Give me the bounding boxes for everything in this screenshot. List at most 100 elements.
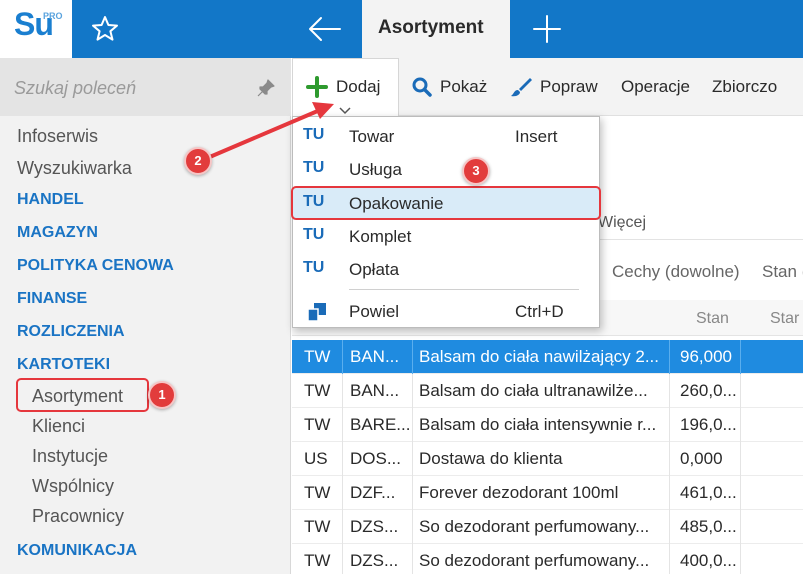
pokaz-button[interactable]: Pokaż bbox=[412, 73, 487, 101]
table-row[interactable]: TW DZF... Forever dezodorant 100ml 461,0... bbox=[292, 476, 803, 510]
column-divider bbox=[412, 442, 413, 476]
tu-icon: TU bbox=[303, 226, 325, 243]
filter-cechy[interactable]: Cechy (dowolne) bbox=[612, 262, 740, 282]
tab-asortyment[interactable]: Asortyment bbox=[362, 0, 510, 58]
cell-stan: 485,0... bbox=[680, 517, 736, 536]
column-divider bbox=[342, 340, 343, 374]
column-divider bbox=[412, 510, 413, 544]
sidebar-item-infoserwis[interactable]: Infoserwis bbox=[17, 126, 98, 147]
tab-wiecej[interactable]: Więcej bbox=[598, 214, 646, 232]
table-row[interactable]: TW DZS... So dezodorant perfumowany... 400,… bbox=[292, 544, 803, 574]
sidebar-item-pracownicy[interactable]: Pracownicy bbox=[32, 506, 124, 527]
dodaj-button[interactable]: Dodaj bbox=[306, 73, 380, 101]
sidebar-section-magazyn[interactable]: MAGAZYN bbox=[17, 224, 98, 242]
menu-item-towar[interactable]: TU Towar Insert bbox=[293, 120, 599, 153]
column-divider bbox=[669, 476, 670, 510]
dodaj-label: Dodaj bbox=[336, 77, 381, 96]
zbiorczo-button[interactable]: Zbiorczo bbox=[712, 73, 777, 101]
table-row[interactable]: TW DZS... So dezodorant perfumowany... 485,… bbox=[292, 510, 803, 544]
logo-pro-badge: PRO bbox=[43, 11, 63, 21]
column-divider bbox=[412, 374, 413, 408]
column-divider bbox=[412, 476, 413, 510]
search-icon bbox=[412, 77, 432, 97]
operacje-button[interactable]: Operacje bbox=[621, 73, 690, 101]
cell-nazwa: Dostawa do klienta bbox=[419, 449, 563, 468]
menu-item-oplata[interactable]: TU Opłata bbox=[293, 253, 599, 286]
table-row[interactable]: US DOS... Dostawa do klienta 0,000 bbox=[292, 442, 803, 476]
sidebar-section-rozliczenia[interactable]: ROZLICZENIA bbox=[17, 323, 125, 341]
sidebar-section-kartoteki[interactable]: KARTOTEKI bbox=[17, 356, 110, 374]
column-divider bbox=[669, 544, 670, 574]
column-divider bbox=[669, 374, 670, 408]
menu-separator bbox=[349, 289, 579, 290]
cell-nazwa: So dezodorant perfumowany... bbox=[419, 551, 650, 570]
favorites-star-icon[interactable] bbox=[88, 12, 122, 46]
sidebar-section-handel[interactable]: HANDEL bbox=[17, 191, 84, 209]
sidebar-item-klienci[interactable]: Klienci bbox=[32, 416, 85, 437]
sidebar-section-finanse[interactable]: FINANSE bbox=[17, 290, 87, 308]
sidebar-item-instytucje[interactable]: Instytucje bbox=[32, 446, 108, 467]
tu-icon: TU bbox=[303, 259, 325, 276]
cell-kod: BAN... bbox=[350, 347, 400, 366]
zbiorczo-label: Zbiorczo bbox=[712, 77, 778, 96]
column-header-stan2[interactable]: Star bbox=[770, 310, 799, 328]
menu-item-powiel[interactable]: Powiel Ctrl+D bbox=[293, 295, 599, 328]
cell-stan: 196,0... bbox=[680, 415, 736, 434]
table-row[interactable]: TW BAN... Balsam do ciała ultranawilże... 2… bbox=[292, 374, 803, 408]
pin-icon[interactable] bbox=[256, 78, 276, 98]
table-row[interactable]: TW BARE... Balsam do ciała intensywnie r..… bbox=[292, 408, 803, 442]
sidebar-section-komunikacja[interactable]: KOMUNIKACJA bbox=[17, 542, 137, 560]
cell-typ: TW bbox=[304, 347, 331, 366]
operacje-label: Operacje bbox=[621, 77, 690, 96]
cell-kod: DOS... bbox=[350, 449, 402, 468]
column-divider bbox=[412, 408, 413, 442]
column-divider bbox=[342, 442, 343, 476]
cell-typ: TW bbox=[304, 381, 331, 400]
toolbar: Dodaj Pokaż Popraw Operacje Zbiorczo bbox=[292, 58, 803, 116]
annotation-highlight-opakowanie bbox=[291, 186, 601, 220]
table-row[interactable]: TW BAN... Balsam do ciała nawilżający 2...… bbox=[292, 340, 803, 374]
dodaj-dropdown-menu: TU Towar Insert TU Usługa TU Opakowanie … bbox=[291, 116, 601, 328]
back-arrow-icon[interactable] bbox=[306, 12, 344, 46]
tu-icon: TU bbox=[303, 126, 325, 143]
cell-kod: DZS... bbox=[350, 551, 399, 570]
cell-stan: 260,0... bbox=[680, 381, 736, 400]
menu-item-label: Usługa bbox=[349, 160, 402, 179]
column-divider bbox=[740, 408, 741, 442]
cell-kod: BAN... bbox=[350, 381, 400, 400]
app-logo[interactable]: Su PRO bbox=[0, 0, 72, 58]
cell-stan: 461,0... bbox=[680, 483, 736, 502]
popraw-button[interactable]: Popraw bbox=[510, 73, 598, 101]
brush-icon bbox=[511, 78, 532, 97]
column-divider bbox=[740, 340, 741, 374]
cell-nazwa: Balsam do ciała nawilżający 2... bbox=[419, 347, 660, 366]
menu-item-komplet[interactable]: TU Komplet bbox=[293, 220, 599, 253]
annotation-badge-1: 1 bbox=[148, 381, 176, 409]
tu-icon: TU bbox=[303, 159, 325, 176]
column-divider bbox=[342, 476, 343, 510]
column-divider bbox=[669, 340, 670, 374]
menu-item-label: Towar bbox=[349, 127, 395, 146]
sidebar-item-wspolnicy[interactable]: Wspólnicy bbox=[32, 476, 114, 497]
column-divider bbox=[740, 510, 741, 544]
sidebar-item-wyszukiwarka[interactable]: Wyszukiwarka bbox=[17, 158, 132, 179]
menu-item-shortcut: Ctrl+D bbox=[515, 302, 564, 321]
column-divider bbox=[342, 510, 343, 544]
cell-kod: DZF... bbox=[350, 483, 396, 502]
column-divider bbox=[740, 544, 741, 574]
column-divider bbox=[342, 408, 343, 442]
column-divider bbox=[740, 374, 741, 408]
cell-stan: 96,000 bbox=[680, 347, 732, 366]
new-tab-plus-icon[interactable] bbox=[530, 12, 564, 46]
menu-item-usluga[interactable]: TU Usługa bbox=[293, 153, 599, 186]
cell-stan: 0,000 bbox=[680, 449, 723, 468]
cell-kod: BARE... bbox=[350, 415, 411, 434]
top-bar: Su PRO Asortyment bbox=[0, 0, 803, 58]
filter-stan[interactable]: Stan ( bbox=[762, 262, 803, 282]
column-header-stan[interactable]: Stan bbox=[696, 310, 729, 328]
command-search-input[interactable] bbox=[14, 75, 244, 101]
pokaz-label: Pokaż bbox=[440, 77, 488, 96]
sidebar-section-polityka-cenowa[interactable]: POLITYKA CENOWA bbox=[17, 257, 174, 275]
menu-item-shortcut: Insert bbox=[515, 127, 558, 146]
column-divider bbox=[342, 374, 343, 408]
